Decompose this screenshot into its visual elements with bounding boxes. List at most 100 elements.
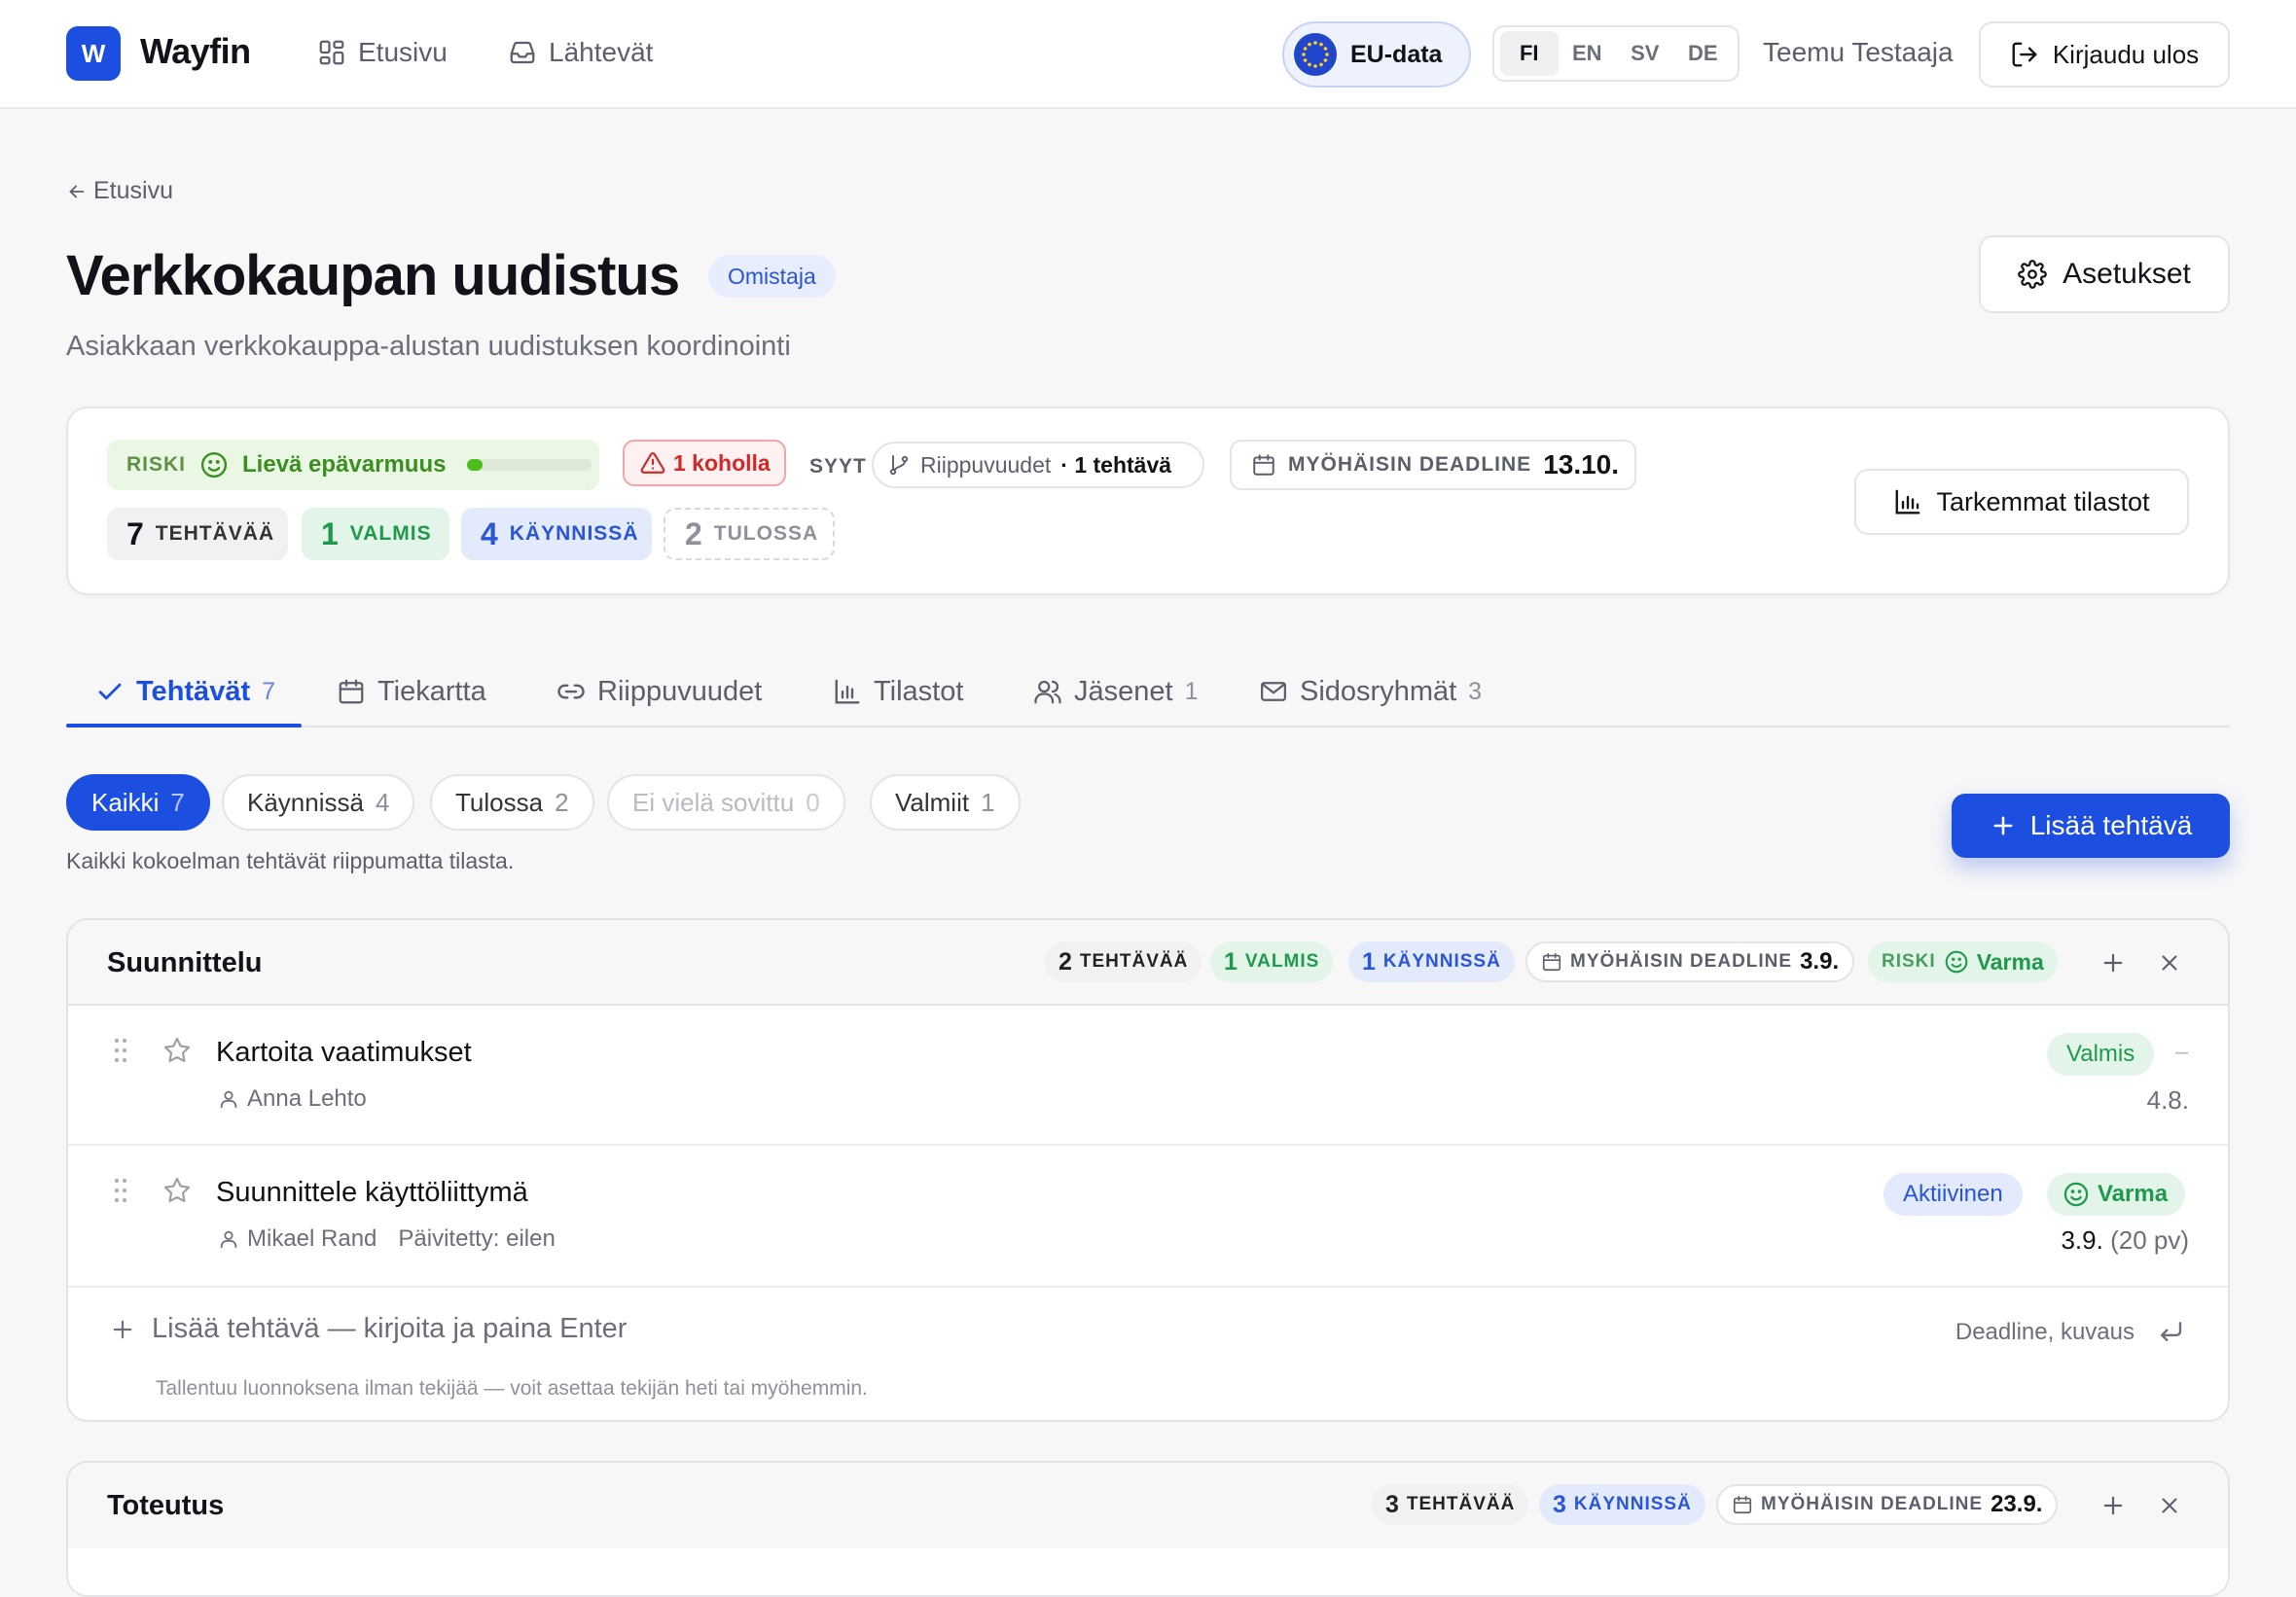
group-add-button[interactable] [2098, 947, 2129, 978]
language-switcher: FI EN SV DE [1492, 25, 1740, 82]
tab-members-label: Jäsenet [1074, 676, 1173, 708]
group-title[interactable]: Suunnittelu [107, 947, 262, 979]
filter-completed-label: Valmiit [895, 788, 969, 818]
tab-statistics-label: Tilastot [874, 676, 963, 708]
role-badge: Omistaja [708, 255, 836, 298]
inline-add-placeholder: Lisää tehtävä — kirjoita ja paina Enter [152, 1313, 627, 1345]
inline-add-input[interactable]: Lisää tehtävä — kirjoita ja paina Enter [109, 1313, 627, 1345]
group-deadline: MYÖHÄISIN DEADLINE 3.9. [1525, 941, 1854, 982]
users-icon [1033, 677, 1062, 706]
logo-icon[interactable]: W [66, 26, 121, 81]
drag-handle-icon[interactable] [113, 1177, 128, 1204]
tab-roadmap[interactable]: Tiekartta [337, 665, 486, 718]
filter-not-agreed[interactable]: Ei vielä sovittu 0 [607, 774, 845, 831]
tab-dependencies-label: Riippuvuudet [597, 676, 762, 708]
task-assignee[interactable]: Mikael Rand [247, 1225, 377, 1253]
task-meta: Anna Lehto [218, 1085, 367, 1113]
group-deadline-label: MYÖHÄISIN DEADLINE [1570, 951, 1792, 973]
calendar-icon [1541, 951, 1562, 973]
group-total-label: TEHTÄVÄÄ [1080, 951, 1188, 973]
lang-de[interactable]: DE [1674, 31, 1733, 76]
task-row[interactable]: Suunnittele käyttöliittymä Mikael Rand P… [68, 1146, 2228, 1288]
eu-data-badge[interactable]: EU-data [1282, 21, 1471, 88]
warning-icon [640, 450, 665, 476]
filter-completed-count: 1 [981, 788, 994, 818]
inline-add-task[interactable]: Lisää tehtävä — kirjoita ja paina Enter … [68, 1288, 2228, 1420]
smile-icon [2063, 1181, 2090, 1208]
task-assignee[interactable]: Anna Lehto [247, 1085, 367, 1113]
group-total-number: 3 [1385, 1491, 1399, 1519]
detailed-stats-button[interactable]: Tarkemmat tilastot [1854, 469, 2189, 535]
group-deadline: MYÖHÄISIN DEADLINE 23.9. [1716, 1484, 2058, 1525]
arrow-left-icon [66, 181, 88, 202]
inline-add-hint[interactable]: Deadline, kuvaus [1955, 1319, 2135, 1346]
star-icon[interactable] [161, 1175, 193, 1206]
brand-name[interactable]: Wayfin [140, 31, 251, 72]
tab-roadmap-label: Tiekartta [377, 676, 486, 708]
drag-handle-icon[interactable] [113, 1037, 128, 1064]
filter-upcoming-count: 2 [555, 788, 568, 818]
lang-en[interactable]: EN [1559, 31, 1617, 76]
filter-completed[interactable]: Valmiit 1 [870, 774, 1021, 831]
filter-upcoming[interactable]: Tulossa 2 [430, 774, 594, 831]
plus-icon [109, 1316, 136, 1343]
risk-level-bar [467, 459, 592, 471]
overdue-badge[interactable]: 1 koholla [623, 440, 786, 486]
risk-label: RISKI [126, 453, 186, 477]
back-link[interactable]: Etusivu [66, 177, 173, 205]
total-tasks-number: 7 [126, 516, 144, 552]
mail-icon [1259, 677, 1288, 706]
confidence-label: Varma [2098, 1181, 2168, 1208]
logout-button[interactable]: Kirjaudu ulos [1979, 21, 2230, 88]
task-row[interactable]: Kartoita vaatimukset Anna Lehto Valmis –… [68, 1006, 2228, 1146]
upcoming-tasks-number: 2 [685, 516, 702, 552]
lang-sv[interactable]: SV [1616, 31, 1674, 76]
risk-indicator[interactable]: RISKI Lievä epävarmuus [107, 440, 599, 490]
star-icon[interactable] [161, 1035, 193, 1066]
done-tasks-count: 1 VALMIS [302, 508, 449, 560]
settings-button[interactable]: Asetukset [1979, 235, 2230, 313]
tab-stakeholders[interactable]: Sidosryhmät 3 [1259, 665, 1482, 718]
lang-fi[interactable]: FI [1500, 31, 1559, 76]
nav-home-label: Etusivu [358, 37, 448, 68]
group-add-button[interactable] [2098, 1490, 2129, 1521]
group-deadline-label: MYÖHÄISIN DEADLINE [1761, 1494, 1983, 1515]
filter-not-agreed-label: Ei vielä sovittu [632, 788, 794, 818]
task-name[interactable]: Kartoita vaatimukset [216, 1037, 472, 1069]
bar-chart-icon [833, 677, 862, 706]
filter-in-progress[interactable]: Käynnissä 4 [222, 774, 414, 831]
status-badge[interactable]: Valmis [2047, 1033, 2154, 1076]
task-name[interactable]: Suunnittele käyttöliittymä [216, 1177, 528, 1209]
active-tasks-label: KÄYNNISSÄ [510, 522, 639, 546]
calendar-icon [1251, 452, 1276, 478]
plus-icon [2099, 949, 2127, 976]
group-header: Toteutus 3 TEHTÄVÄÄ 3 KÄYNNISSÄ MYÖHÄISI… [68, 1463, 2228, 1548]
tab-members[interactable]: Jäsenet 1 [1033, 665, 1198, 718]
tab-tasks[interactable]: Tehtävät 7 [95, 665, 275, 718]
calendar-icon [337, 677, 366, 706]
user-name[interactable]: Teemu Testaaja [1763, 37, 1954, 68]
dependencies-reason-chip[interactable]: Riippuvuudet · 1 tehtävä [872, 442, 1204, 488]
group-active-label: KÄYNNISSÄ [1574, 1494, 1692, 1515]
section-tabs: Tehtävät 7 Tiekartta Riippuvuudet Tilast… [66, 642, 2230, 728]
nav-outbox[interactable]: Lähtevät [508, 37, 653, 68]
deadline-value: 13.10. [1543, 449, 1619, 480]
group-header: Suunnittelu 2 TEHTÄVÄÄ 1 VALMIS 1 KÄYNNI… [68, 920, 2228, 1006]
tab-dependencies[interactable]: Riippuvuudet [556, 665, 762, 718]
group-close-button[interactable] [2154, 947, 2185, 978]
group-done-number: 1 [1224, 948, 1238, 976]
group-risk: RISKI Varma [1868, 941, 2058, 982]
risk-text: Lievä epävarmuus [242, 451, 446, 479]
group-title[interactable]: Toteutus [107, 1490, 224, 1522]
nav-home[interactable]: Etusivu [317, 37, 448, 68]
status-badge[interactable]: Aktiivinen [1883, 1173, 2023, 1216]
deadline-label: MYÖHÄISIN DEADLINE [1288, 453, 1531, 477]
add-task-button[interactable]: Lisää tehtävä [1952, 794, 2230, 858]
link-icon [556, 677, 586, 706]
group-close-button[interactable] [2154, 1490, 2185, 1521]
task-deadline-date: 3.9. [2061, 1225, 2102, 1255]
enter-icon[interactable] [2156, 1317, 2185, 1346]
filter-all[interactable]: Kaikki 7 [66, 774, 210, 831]
tab-statistics[interactable]: Tilastot [833, 665, 963, 718]
confidence-badge[interactable]: Varma [2047, 1173, 2185, 1216]
